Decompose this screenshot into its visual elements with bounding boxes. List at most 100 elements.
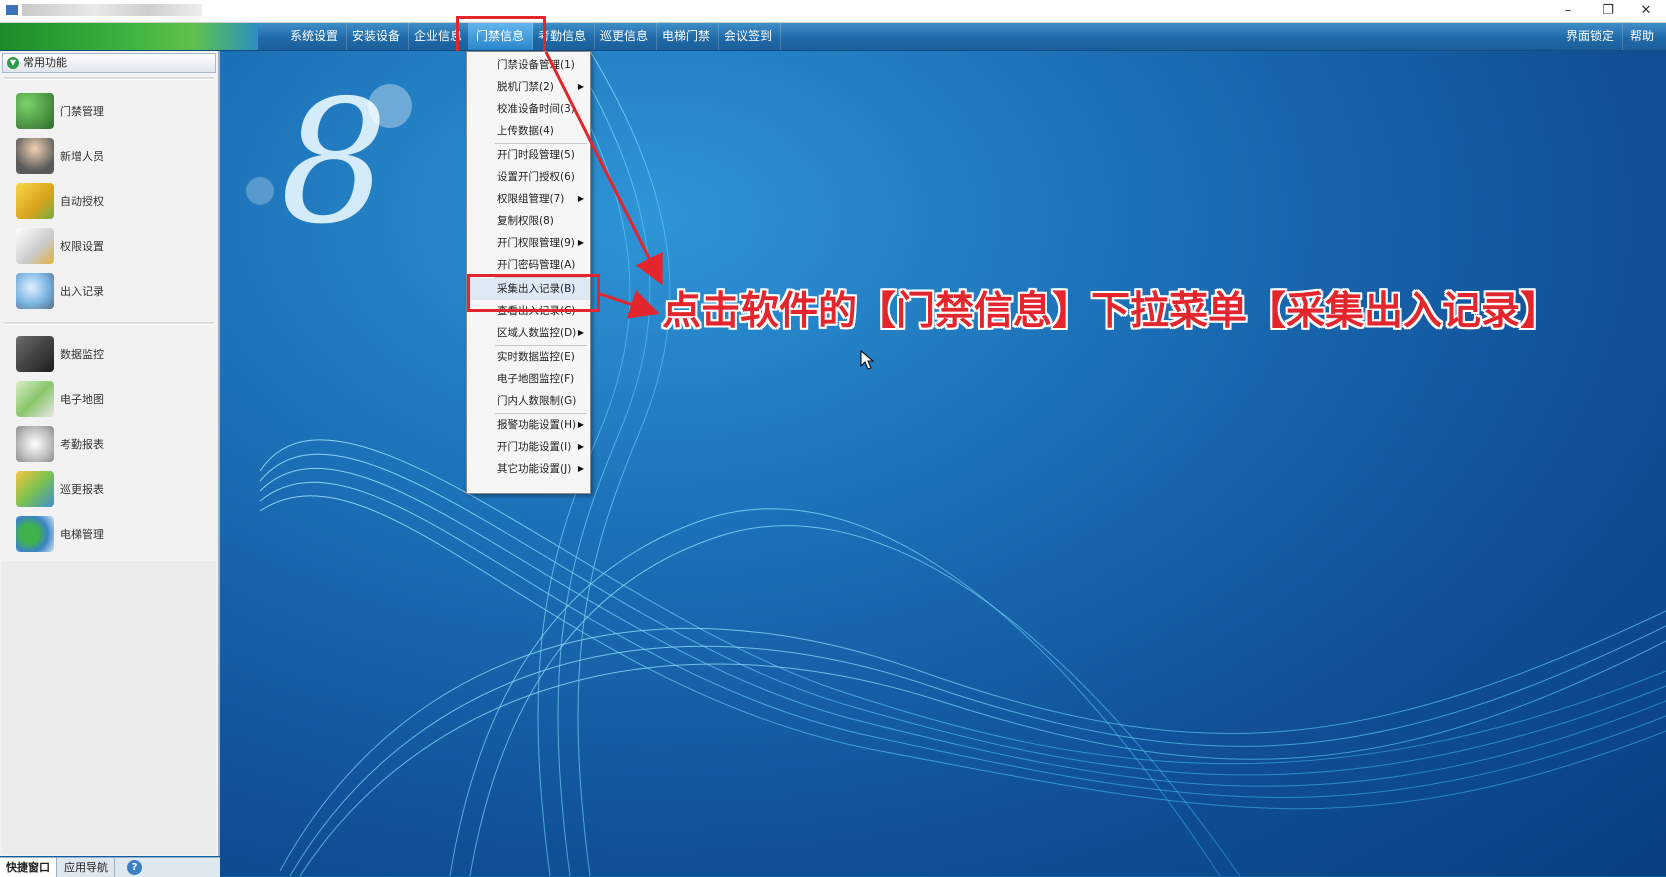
bottom-tabs: 快捷窗口 应用导航 ? — [0, 857, 220, 877]
menu-item-electronic-map-monitor[interactable]: 电子地图监控(F) — [467, 368, 590, 390]
menu-item-label: 实时数据监控(E) — [497, 351, 575, 363]
instruction-annotation: 点击软件的【门禁信息】下拉菜单【采集出入记录】 — [662, 289, 1560, 334]
submenu-arrow-icon: ▶ — [577, 464, 584, 473]
map-icon — [16, 381, 54, 417]
menu-item-upload-data[interactable]: 上传数据(4) — [467, 120, 590, 142]
collapse-icon[interactable]: ▼ — [7, 57, 19, 69]
menu-bar: 系统设置 安装设备 企业信息 门禁信息 考勤信息 巡更信息 电梯门禁 会议签到 … — [0, 23, 1666, 51]
menu-meeting-signin[interactable]: 会议签到 — [716, 23, 782, 50]
elevator-icon — [16, 516, 54, 552]
sidebar-item-data-monitoring[interactable]: 数据监控 — [16, 334, 206, 374]
sidebar-item-label: 新增人员 — [60, 150, 104, 163]
sidebar-item-attendance-report[interactable]: 考勤报表 — [16, 424, 206, 464]
menu-lock-interface[interactable]: 界面锁定 — [1558, 23, 1624, 50]
sidebar-item-label: 考勤报表 — [60, 438, 104, 451]
close-button[interactable]: ✕ — [1628, 0, 1664, 22]
sidebar-item-permission-settings[interactable]: 权限设置 — [16, 226, 206, 266]
brand-logo-strip — [0, 23, 258, 50]
menu-help[interactable]: 帮助 — [1622, 23, 1662, 50]
main-workspace: 8 — [220, 51, 1666, 876]
sidebar-header[interactable]: ▼ 常用功能 — [2, 53, 216, 73]
menu-item-label: 设置开门授权(6) — [497, 171, 575, 183]
menu-patrol-info[interactable]: 巡更信息 — [592, 23, 658, 50]
submenu-arrow-icon: ▶ — [577, 82, 584, 91]
sidebar-item-access-records[interactable]: 出入记录 — [16, 271, 206, 311]
camera-icon — [16, 336, 54, 372]
menu-item-label: 开门时段管理(5) — [497, 149, 575, 161]
divider — [4, 322, 214, 325]
help-icon[interactable]: ? — [127, 860, 142, 875]
menu-item-label: 区域人数监控(D) — [497, 327, 577, 339]
submenu-arrow-icon: ▶ — [577, 420, 584, 429]
menu-item-set-door-authorization[interactable]: 设置开门授权(6) — [467, 166, 590, 188]
menu-item-label: 上传数据(4) — [497, 125, 554, 137]
sidebar-item-patrol-report[interactable]: 巡更报表 — [16, 469, 206, 509]
menu-item-alarm-settings[interactable]: 报警功能设置(H) ▶ — [467, 414, 590, 436]
sidebar-item-auto-authorize[interactable]: 自动授权 — [16, 181, 206, 221]
submenu-arrow-icon: ▶ — [577, 442, 584, 451]
menu-item-indoor-people-limit[interactable]: 门内人数限制(G) — [467, 390, 590, 412]
submenu-arrow-icon: ▶ — [577, 328, 584, 337]
menu-item-calibrate-time[interactable]: 校准设备时间(3) — [467, 98, 590, 120]
dropdown-highlight-box — [467, 274, 600, 312]
sidebar-empty-area — [2, 561, 216, 854]
sidebar-item-label: 门禁管理 — [60, 105, 104, 118]
menu-item-realtime-monitor[interactable]: 实时数据监控(E) — [467, 346, 590, 368]
menu-elevator-access[interactable]: 电梯门禁 — [654, 23, 720, 50]
sidebar-item-label: 权限设置 — [60, 240, 104, 253]
window-title — [22, 4, 202, 16]
sidebar-item-door-management[interactable]: 门禁管理 — [16, 91, 206, 131]
sidebar-header-label: 常用功能 — [23, 56, 67, 69]
menu-item-label: 复制权限(8) — [497, 215, 554, 227]
tab-quick-window[interactable]: 快捷窗口 — [0, 858, 57, 877]
tab-app-navigation[interactable]: 应用导航 — [58, 858, 115, 877]
permission-icon — [16, 228, 54, 264]
menu-item-door-password[interactable]: 开门密码管理(A) — [467, 254, 590, 276]
card-icon — [16, 183, 54, 219]
menu-item-door-function-settings[interactable]: 开门功能设置(I) ▶ — [467, 436, 590, 458]
app-icon — [6, 5, 18, 15]
sidebar: ▼ 常用功能 门禁管理 新增人员 自动授权 权限设置 出入记录 数据监控 电子地图… — [0, 51, 220, 856]
menu-item-door-device-management[interactable]: 门禁设备管理(1) — [467, 54, 590, 76]
menu-item-door-time-period[interactable]: 开门时段管理(5) — [467, 144, 590, 166]
person-icon — [16, 138, 54, 174]
stack-icon — [16, 471, 54, 507]
sidebar-item-elevator-management[interactable]: 电梯管理 — [16, 514, 206, 554]
door-access-icon — [16, 93, 54, 129]
restore-button[interactable]: ❐ — [1590, 0, 1626, 22]
menu-item-label: 校准设备时间(3) — [497, 103, 575, 115]
menu-item-offline-access[interactable]: 脱机门禁(2) ▶ — [467, 76, 590, 98]
sidebar-item-electronic-map[interactable]: 电子地图 — [16, 379, 206, 419]
menu-item-label: 报警功能设置(H) — [497, 419, 577, 431]
submenu-arrow-icon: ▶ — [577, 238, 584, 247]
menu-item-label: 权限组管理(7) — [497, 193, 565, 205]
menu-item-copy-permission[interactable]: 复制权限(8) — [467, 210, 590, 232]
menu-item-label: 脱机门禁(2) — [497, 81, 554, 93]
access-control-dropdown-menu: 门禁设备管理(1) 脱机门禁(2) ▶ 校准设备时间(3) 上传数据(4) 开门时… — [466, 51, 591, 494]
sidebar-item-label: 电梯管理 — [60, 528, 104, 541]
menu-item-door-permission-management[interactable]: 开门权限管理(9) ▶ — [467, 232, 590, 254]
menu-item-area-people-monitor[interactable]: 区域人数监控(D) ▶ — [467, 322, 590, 344]
menu-item-permission-group[interactable]: 权限组管理(7) ▶ — [467, 188, 590, 210]
magnifier-icon — [16, 273, 54, 309]
menu-item-label: 电子地图监控(F) — [497, 373, 575, 385]
background-wave-art: 8 — [246, 51, 1666, 876]
menu-item-label: 其它功能设置(J) — [497, 463, 572, 475]
menu-item-label: 开门权限管理(9) — [497, 237, 575, 249]
sidebar-item-label: 巡更报表 — [60, 483, 104, 496]
menu-system-settings[interactable]: 系统设置 — [282, 23, 348, 50]
sidebar-item-label: 出入记录 — [60, 285, 104, 298]
sidebar-item-label: 数据监控 — [60, 348, 104, 361]
sidebar-item-add-person[interactable]: 新增人员 — [16, 136, 206, 176]
menu-install-device[interactable]: 安装设备 — [344, 23, 410, 50]
divider — [4, 77, 214, 80]
mouse-cursor-icon — [860, 350, 874, 370]
menu-item-label: 门内人数限制(G) — [497, 395, 577, 407]
menu-item-other-function-settings[interactable]: 其它功能设置(J) ▶ — [467, 458, 590, 480]
sidebar-item-label: 自动授权 — [60, 195, 104, 208]
minimize-button[interactable]: – — [1550, 0, 1586, 22]
submenu-arrow-icon: ▶ — [577, 194, 584, 203]
menu-item-label: 开门功能设置(I) — [497, 441, 572, 453]
clock-icon — [16, 426, 54, 462]
menu-item-label: 门禁设备管理(1) — [497, 59, 575, 71]
